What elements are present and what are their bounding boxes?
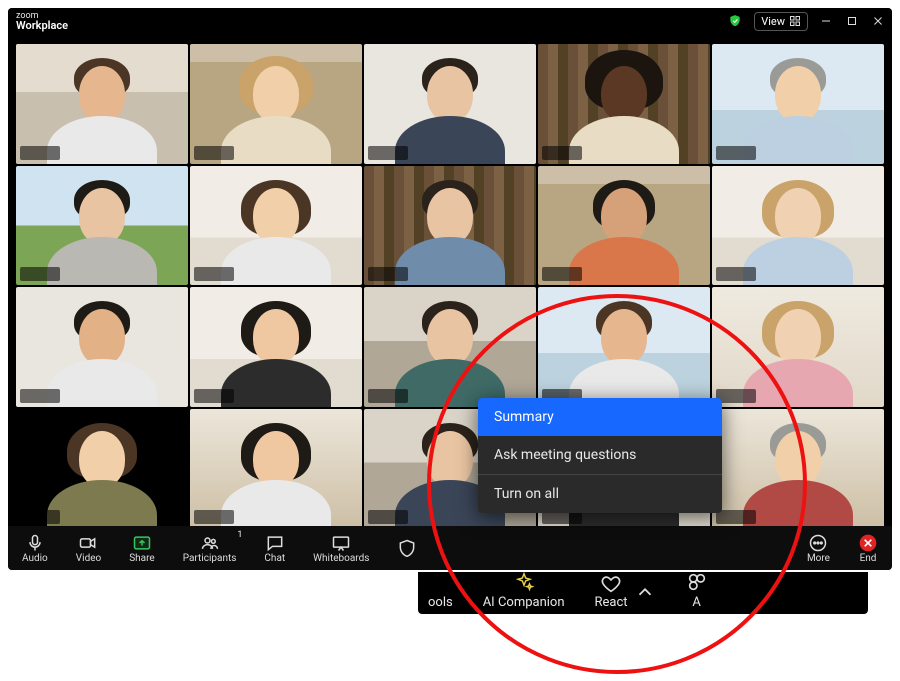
minimize-icon[interactable] [820,15,832,27]
microphone-icon [25,533,45,553]
participant-tile[interactable] [712,44,884,164]
whiteboards-label: Whiteboards [313,553,369,564]
close-icon[interactable] [872,15,884,27]
participants-button[interactable]: 1 Participants [169,526,251,570]
shield-check-icon [728,14,742,28]
view-label: View [761,15,785,28]
tools-button-clipped[interactable] [383,526,421,570]
more-icon [808,533,828,553]
maximize-icon[interactable] [846,15,858,27]
nameplate [20,146,60,160]
titlebar-right: View [728,12,884,31]
nameplate [194,510,234,524]
participant-tile[interactable] [16,287,188,407]
nameplate [716,267,756,281]
end-label: End [860,553,877,564]
ai-companion-label: AI Companion [483,595,565,610]
participant-tile[interactable] [538,287,710,407]
participant-tile[interactable] [364,287,536,407]
nameplate [20,510,60,524]
participant-tile[interactable] [16,166,188,286]
apps-label-clipped: A [692,595,700,610]
chat-button[interactable]: Chat [250,526,299,570]
nameplate [20,267,60,281]
participant-tile[interactable] [364,44,536,164]
titlebar: zoom Workplace View [8,8,892,34]
chat-label: Chat [264,553,285,564]
participant-tile[interactable] [364,166,536,286]
nameplate [716,389,756,403]
participant-tile[interactable] [16,44,188,164]
whiteboard-icon [331,533,351,553]
menu-item-ask-questions[interactable]: Ask meeting questions [478,436,722,474]
audio-button[interactable]: Audio [8,526,62,570]
gallery-grid [16,44,884,528]
video-button[interactable]: Video [62,526,115,570]
nameplate [368,146,408,160]
menu-item-turn-on-all[interactable]: Turn on all [478,475,722,513]
participant-tile[interactable] [538,166,710,286]
react-button[interactable]: React [595,573,656,610]
heart-icon [600,573,622,595]
zoom-window: zoom Workplace View [8,8,892,570]
participant-tile[interactable] [712,409,884,529]
nameplate [368,389,408,403]
chat-icon [265,533,285,553]
view-button[interactable]: View [754,12,808,31]
window-controls [820,15,884,27]
share-label: Share [129,553,154,564]
toolbar-overflow: ools AI Companion React A [418,572,868,614]
ai-companion-button[interactable]: AI Companion [483,571,565,610]
participant-tile[interactable] [712,287,884,407]
meeting-toolbar: Audio Video Share 1 Participants Chat [8,526,892,570]
end-call-icon [858,533,878,553]
participant-tile[interactable] [190,166,362,286]
ai-companion-menu: Summary Ask meeting questions Turn on al… [478,398,722,513]
nameplate [194,146,234,160]
share-screen-icon [132,533,152,553]
participants-label: Participants [183,553,237,564]
participants-count: 1 [237,530,242,540]
gallery-grid-icon [789,15,801,27]
react-label: React [595,595,628,610]
brand-upper: zoom [16,11,68,21]
participant-tile[interactable] [190,287,362,407]
participants-icon [200,533,220,553]
nameplate [716,146,756,160]
sparkle-icon [513,571,535,593]
participant-tile[interactable] [16,409,188,529]
nameplate [542,146,582,160]
nameplate [20,389,60,403]
participant-tile[interactable] [190,409,362,529]
participant-tile[interactable] [190,44,362,164]
shield-icon [397,538,417,558]
nameplate [194,389,234,403]
menu-item-summary[interactable]: Summary [478,398,722,436]
share-button[interactable]: Share [115,526,168,570]
brand: zoom Workplace [16,11,68,31]
nameplate [194,267,234,281]
more-button[interactable]: More [793,526,844,570]
nameplate [542,267,582,281]
nameplate [368,510,408,524]
more-label: More [807,553,830,564]
tools-button[interactable]: ools [428,595,453,610]
apps-button-clipped[interactable]: A [686,571,708,610]
participant-tile[interactable] [712,166,884,286]
brand-lower: Workplace [16,21,68,31]
tools-label-clipped: ools [428,595,453,610]
video-camera-icon [78,533,98,553]
nameplate [368,267,408,281]
audio-label: Audio [22,553,48,564]
whiteboards-button[interactable]: Whiteboards [299,526,383,570]
video-label: Video [76,553,101,564]
end-button[interactable]: End [844,526,892,570]
nameplate [716,510,756,524]
screenshot-root: zoom Workplace View [0,0,900,681]
apps-icon [686,571,708,593]
participant-tile[interactable] [538,44,710,164]
chevron-up-icon[interactable] [634,581,656,603]
